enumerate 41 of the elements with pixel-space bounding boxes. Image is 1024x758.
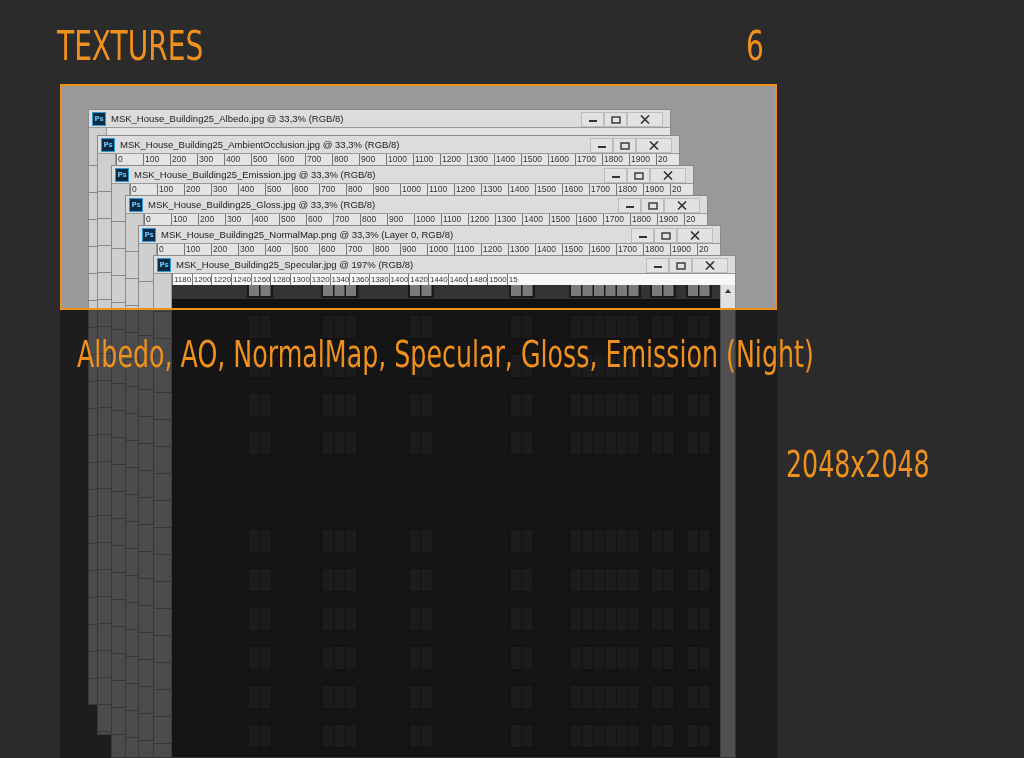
maximize-icon bbox=[633, 171, 644, 180]
maximize-icon bbox=[675, 261, 686, 270]
close-button[interactable] bbox=[664, 198, 700, 213]
window-title: MSK_House_Building25_Emission.jpg @ 33,3% (RGB/8) bbox=[134, 169, 377, 180]
minimize-button[interactable] bbox=[604, 168, 627, 183]
close-button[interactable] bbox=[692, 258, 728, 273]
maximize-icon bbox=[647, 201, 658, 210]
maximize-button[interactable] bbox=[654, 228, 677, 243]
maximize-button[interactable] bbox=[613, 138, 636, 153]
close-icon bbox=[690, 231, 700, 240]
resolution-label: 2048x2048 bbox=[786, 441, 930, 488]
maximize-icon bbox=[660, 231, 671, 240]
window-title: MSK_House_Building25_AmbientOcclusion.jpg @ 33,3% (RGB/8) bbox=[120, 139, 401, 150]
window-title: MSK_House_Building25_Gloss.jpg @ 33,3% (RGB/8) bbox=[148, 199, 377, 210]
close-button[interactable] bbox=[650, 168, 686, 183]
section-title: TEXTURES bbox=[57, 22, 204, 70]
texture-count: 6 bbox=[746, 22, 764, 70]
maximize-icon bbox=[610, 115, 621, 124]
minimize-button[interactable] bbox=[646, 258, 669, 273]
close-icon bbox=[649, 141, 659, 150]
minimize-button[interactable] bbox=[631, 228, 654, 243]
maximize-button[interactable] bbox=[627, 168, 650, 183]
minimize-button[interactable] bbox=[618, 198, 641, 213]
minimize-button[interactable] bbox=[581, 112, 604, 127]
maximize-button[interactable] bbox=[604, 112, 627, 127]
close-button[interactable] bbox=[636, 138, 672, 153]
minimize-button[interactable] bbox=[590, 138, 613, 153]
close-icon bbox=[640, 115, 650, 124]
map-list-caption: Albedo, AO, NormalMap, Specular, Gloss, Emission (Night) bbox=[77, 331, 814, 378]
close-icon bbox=[677, 201, 687, 210]
window-title: MSK_House_Building25_Specular.jpg @ 197% (RGB/8) bbox=[176, 259, 415, 270]
close-button[interactable] bbox=[627, 112, 663, 127]
close-icon bbox=[705, 261, 715, 270]
window-title: MSK_House_Building25_NormalMap.png @ 33,3% (Layer 0, RGB/8) bbox=[161, 229, 455, 240]
maximize-icon bbox=[619, 141, 630, 150]
maximize-button[interactable] bbox=[669, 258, 692, 273]
window-title: MSK_House_Building25_Albedo.jpg @ 33,3% (RGB/8) bbox=[111, 113, 345, 124]
close-icon bbox=[663, 171, 673, 180]
maximize-button[interactable] bbox=[641, 198, 664, 213]
scroll-up-icon[interactable] bbox=[724, 288, 732, 294]
close-button[interactable] bbox=[677, 228, 713, 243]
